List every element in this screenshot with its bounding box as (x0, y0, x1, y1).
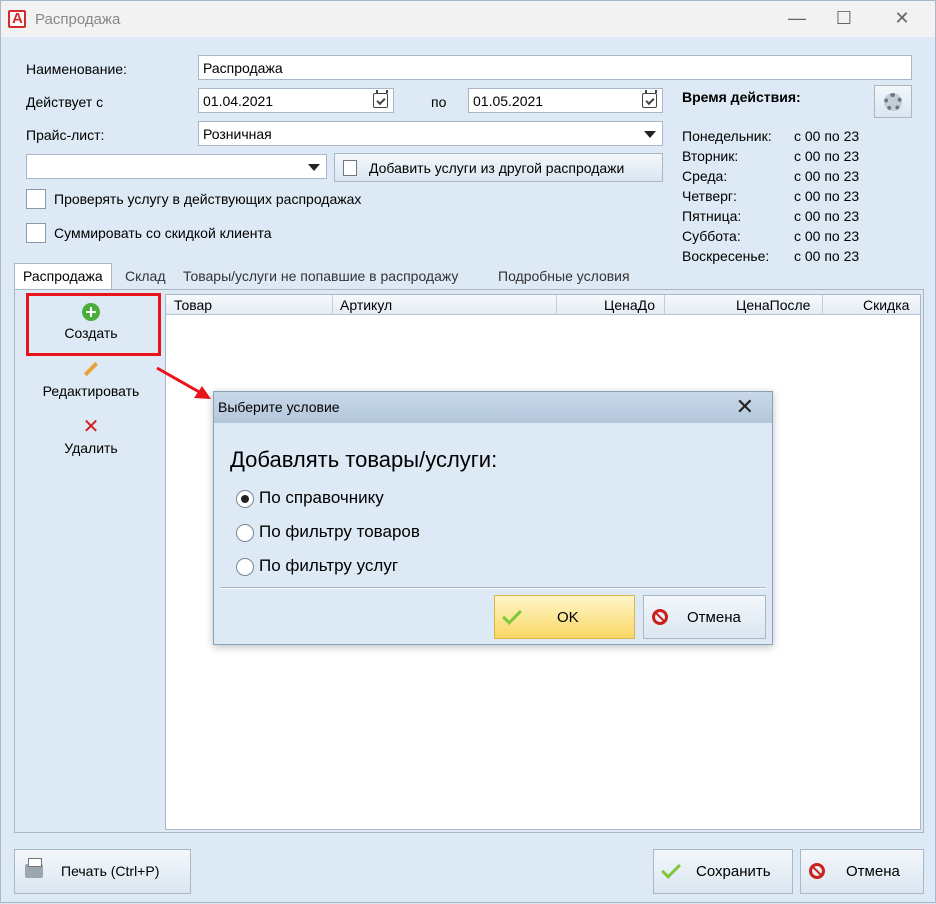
dialog-title: Выберите условие (218, 399, 340, 415)
ok-label: OK (557, 609, 579, 626)
grid-header: Товар Артикул ЦенаДо ЦенаПосле Скидка (166, 295, 920, 315)
schedule-time: с 00 по 23 (794, 148, 860, 164)
schedule-day: Понедельник: (682, 128, 772, 144)
choose-condition-dialog: Выберите условие ✕ Добавлять товары/услу… (213, 391, 773, 645)
chevron-down-icon (644, 131, 656, 138)
radio-by-service-filter[interactable] (236, 558, 254, 576)
name-label: Наименование: (26, 61, 127, 77)
column-header-article[interactable]: Артикул (340, 297, 392, 313)
schedule-day: Среда: (682, 168, 728, 184)
dialog-separator (220, 587, 766, 589)
dialog-heading: Добавлять товары/услуги: (230, 447, 498, 472)
window-title: Распродажа (35, 11, 121, 28)
radio-by-catalog[interactable] (236, 490, 254, 508)
valid-to-value: 01.05.2021 (473, 93, 544, 109)
print-label: Печать (Ctrl+P) (61, 863, 160, 879)
tab-bar: Распродажа Склад Товары/услуги не попавш… (14, 263, 924, 289)
column-header-price-before[interactable]: ЦенаДо (604, 297, 655, 313)
add-services-button[interactable]: Добавить услуги из другой распродажи (334, 153, 663, 182)
chevron-down-icon (308, 164, 320, 171)
app-logo-icon (8, 10, 26, 28)
edit-button[interactable]: Редактировать (23, 361, 159, 399)
ok-button[interactable]: OK (494, 595, 635, 639)
dialog-cancel-label: Отмена (687, 609, 741, 626)
schedule-day: Пятница: (682, 208, 742, 224)
tab-detailed-conditions[interactable]: Подробные условия (498, 263, 630, 289)
schedule-time: с 00 по 23 (794, 228, 860, 244)
check-icon (661, 859, 681, 879)
sum-discount-checkbox[interactable] (26, 223, 46, 243)
check-icon (502, 605, 522, 625)
radio-by-product-filter-label[interactable]: По фильтру товаров (259, 522, 420, 542)
schedule-time: с 00 по 23 (794, 208, 860, 224)
column-header-price-after[interactable]: ЦенаПосле (736, 297, 810, 313)
valid-to-input[interactable]: 01.05.2021 (468, 88, 663, 113)
delete-button[interactable]: ✕ Удалить (23, 416, 159, 456)
save-label: Сохранить (696, 863, 771, 880)
dialog-title-bar: Выберите условие ✕ (214, 392, 772, 423)
cancel-button[interactable]: Отмена (800, 849, 924, 894)
column-separator (664, 295, 665, 315)
delete-label: Удалить (64, 440, 118, 456)
minimize-button[interactable]: — (774, 1, 820, 37)
check-service-checkbox[interactable] (26, 189, 46, 209)
tab-sale[interactable]: Распродажа (14, 263, 112, 289)
dialog-cancel-button[interactable]: Отмена (643, 595, 766, 639)
highlight-box (26, 293, 161, 356)
radio-by-catalog-label[interactable]: По справочнику (259, 488, 384, 508)
cancel-icon (809, 863, 825, 879)
column-header-discount[interactable]: Скидка (863, 297, 909, 313)
copy-doc-icon (343, 160, 357, 176)
radio-by-service-filter-label[interactable]: По фильтру услуг (259, 556, 398, 576)
schedule-day: Воскресенье: (682, 248, 770, 264)
tab-warehouse[interactable]: Склад (125, 263, 166, 289)
calendar-icon[interactable] (373, 90, 388, 108)
delete-x-icon: ✕ (82, 416, 100, 438)
schedule-time: с 00 по 23 (794, 168, 860, 184)
schedule-day: Четверг: (682, 188, 737, 204)
add-services-label: Добавить услуги из другой распродажи (369, 160, 625, 176)
pricelist-select[interactable]: Розничная (198, 121, 663, 146)
cancel-label: Отмена (846, 863, 900, 880)
tab-not-included[interactable]: Товары/услуги не попавшие в распродажу (183, 263, 458, 289)
pricelist-value: Розничная (203, 126, 272, 142)
sale-window: Распродажа — ☐ ✕ Наименование: Распродаж… (0, 0, 936, 903)
column-separator (556, 295, 557, 315)
sum-discount-label: Суммировать со скидкой клиента (54, 225, 272, 241)
valid-from-input[interactable]: 01.04.2021 (198, 88, 394, 113)
title-bar: Распродажа — ☐ ✕ (1, 1, 935, 37)
pencil-icon (82, 361, 100, 379)
gears-icon (884, 93, 902, 111)
save-button[interactable]: Сохранить (653, 849, 793, 894)
column-separator (822, 295, 823, 315)
sale-select[interactable] (26, 154, 327, 179)
dialog-close-icon[interactable]: ✕ (736, 395, 754, 419)
edit-label: Редактировать (42, 383, 140, 399)
check-service-label: Проверять услугу в действующих распродаж… (54, 191, 362, 207)
name-input[interactable]: Распродажа (198, 55, 912, 80)
cancel-icon (652, 609, 668, 625)
column-header-product[interactable]: Товар (174, 297, 212, 313)
valid-to-label: по (431, 94, 447, 110)
radio-by-product-filter[interactable] (236, 524, 254, 542)
close-button[interactable]: ✕ (879, 1, 925, 37)
schedule-time: с 00 по 23 (794, 248, 860, 264)
maximize-button[interactable]: ☐ (821, 1, 867, 37)
pricelist-label: Прайс-лист: (26, 127, 105, 143)
schedule-settings-button[interactable] (874, 85, 912, 118)
schedule-time: с 00 по 23 (794, 188, 860, 204)
schedule-day: Суббота: (682, 228, 741, 244)
valid-from-label: Действует с (26, 94, 104, 110)
printer-icon (25, 858, 43, 878)
schedule-title: Время действия: (682, 89, 801, 105)
valid-from-value: 01.04.2021 (203, 93, 274, 109)
calendar-icon[interactable] (642, 90, 657, 108)
schedule-day: Вторник: (682, 148, 739, 164)
schedule-time: с 00 по 23 (794, 128, 860, 144)
print-button[interactable]: Печать (Ctrl+P) (14, 849, 191, 894)
column-separator (332, 295, 333, 315)
